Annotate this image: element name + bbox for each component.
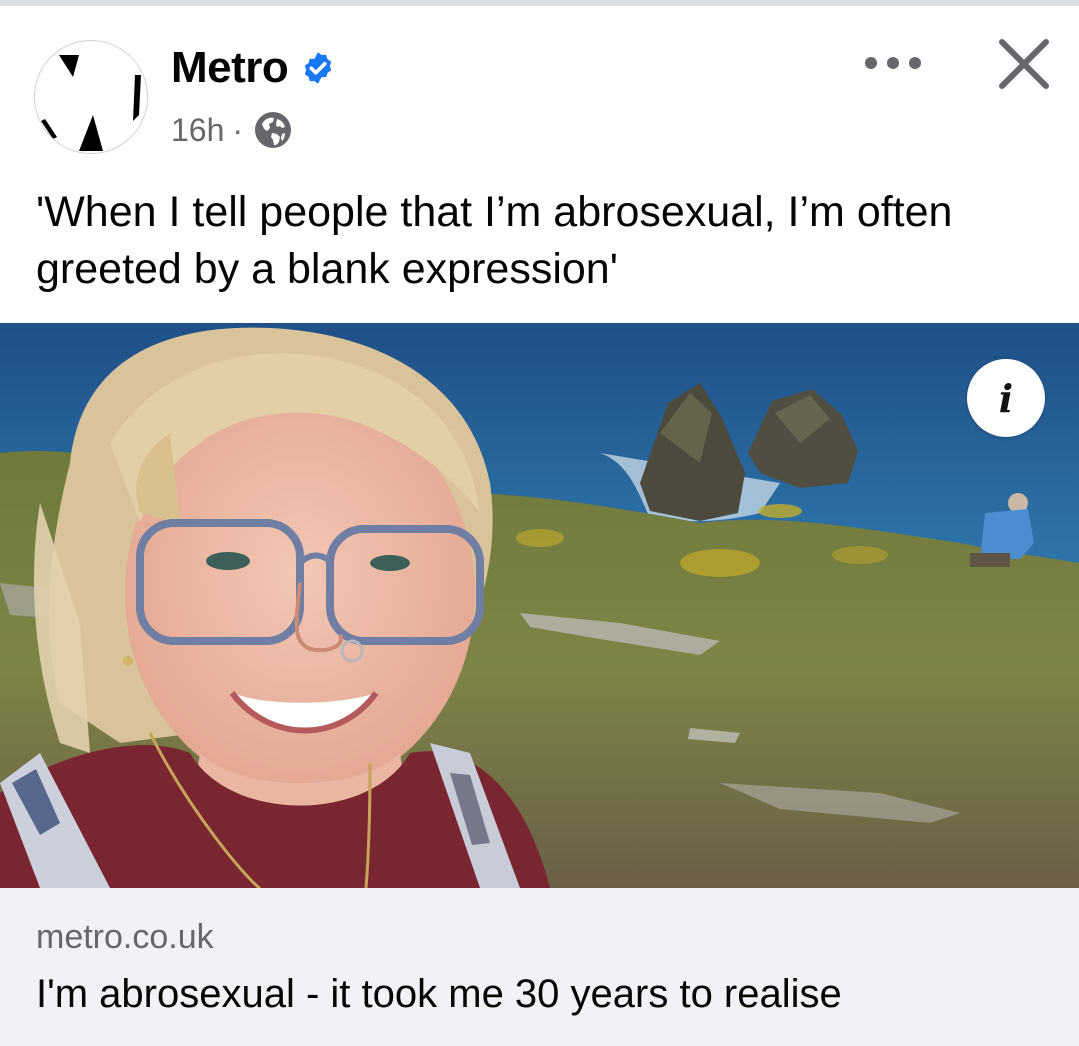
post-time[interactable]: 16h — [171, 112, 224, 149]
meta-separator: · — [232, 111, 244, 148]
post-photo[interactable] — [0, 323, 1079, 888]
close-button[interactable] — [992, 32, 1056, 96]
avatar[interactable] — [34, 40, 148, 154]
close-icon — [999, 39, 1049, 89]
link-preview-card[interactable] — [0, 888, 1079, 1046]
globe-icon — [255, 112, 292, 148]
info-icon: i — [998, 375, 1014, 421]
top-divider — [0, 0, 1079, 6]
post-text: 'When I tell people that I’m abrosexual,… — [36, 188, 953, 293]
info-button[interactable]: i — [967, 359, 1045, 437]
metro-logo — [35, 41, 147, 153]
link-domain: metro.co.uk — [36, 918, 214, 956]
link-title[interactable]: I'm abrosexual - it took me 30 years to … — [36, 972, 842, 1017]
more-options-button[interactable] — [858, 45, 928, 81]
verified-badge-icon — [305, 52, 332, 84]
page-name[interactable]: Metro — [171, 43, 289, 93]
more-options-icon — [865, 57, 921, 69]
